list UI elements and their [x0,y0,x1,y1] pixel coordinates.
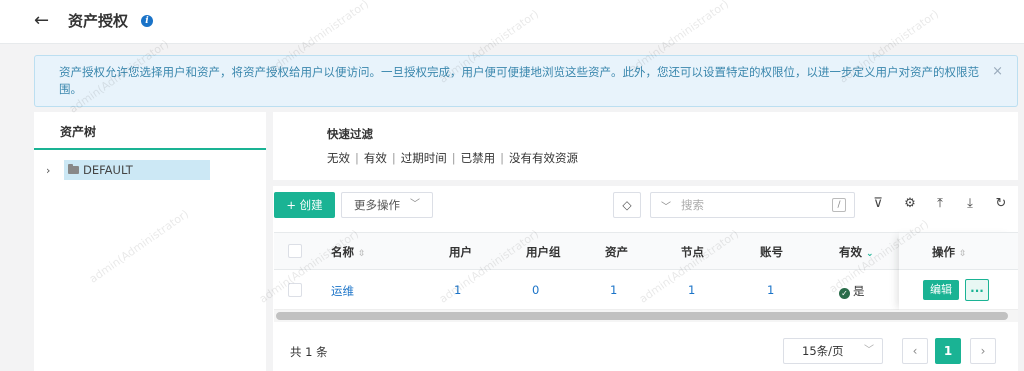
row-assets-count[interactable]: 1 [610,283,617,297]
page-size-select[interactable]: 15条/页 ﹀ [783,338,883,364]
more-row-actions-button[interactable]: ... [965,279,989,301]
info-alert: 资产授权允许您选择用户和资产，将资产授权给用户以便访问。一旦授权完成，用户便可便… [34,55,1018,107]
arrow-left-icon[interactable]: ← [34,10,49,32]
tab-underline [34,148,266,150]
info-icon[interactable]: i [141,15,153,27]
column-header-active[interactable]: 有效 ⌄ [839,244,874,260]
filter-invalid[interactable]: 无效 [327,151,350,165]
row-user-groups-count[interactable]: 0 [532,283,539,297]
row-accounts-count[interactable]: 1 [767,283,774,297]
page-number-button[interactable]: 1 [935,338,961,364]
separator: | [500,151,504,165]
row-nodes-count[interactable]: 1 [688,283,695,297]
gear-icon[interactable]: ⚙ [901,195,919,213]
next-page-button[interactable]: › [970,338,996,364]
table-header: 名称 ⇳ 用户 用户组 资产 节点 账号 有效 ⌄ 操作 ⇳ [274,232,1018,270]
page-header: ← 资产授权 i [0,0,1024,44]
quick-filter-links: 无效 | 有效 | 过期时间 | 已禁用 | 没有有效资源 [327,150,578,166]
page-size-value: 15条/页 [802,344,844,358]
close-icon[interactable]: × [992,65,1003,79]
select-all-checkbox[interactable] [288,244,302,258]
column-header-actions[interactable]: 操作 ⇳ [932,244,967,260]
sort-icon: ⇳ [959,249,967,259]
chevron-down-icon: ⌄ [866,249,874,259]
column-header-user-groups: 用户组 [526,245,561,259]
tree-node-default[interactable]: DEFAULT [64,160,210,180]
tree-node-label: DEFAULT [83,163,133,177]
filter-valid[interactable]: 有效 [364,151,387,165]
separator: | [391,151,396,165]
upload-icon[interactable]: ⤒ [931,195,949,213]
search-input[interactable] [681,196,821,214]
quick-filter-title: 快速过滤 [327,127,373,141]
chevron-down-icon: ﹀ [864,345,874,356]
search-box: ﹀ / [650,192,855,218]
row-users-count[interactable]: 1 [454,283,461,297]
column-header-assets: 资产 [605,245,628,259]
edit-button[interactable]: 编辑 [923,280,959,300]
asset-tree-panel: 资产树 › DEFAULT [34,112,266,371]
more-actions-label: 更多操作 [354,198,400,212]
search-shortcut-hint: / [832,198,846,212]
table-row: 运维 1 0 1 1 1 ✓ 是 [274,270,1018,310]
create-button[interactable]: + 创建 [274,192,335,218]
refresh-icon[interactable]: ↻ [992,195,1010,213]
quick-filter-panel: 快速过滤 无效 | 有效 | 过期时间 | 已禁用 | 没有有效资源 [273,112,1018,180]
tag-icon[interactable]: ◇ [613,192,641,218]
filter-disabled[interactable]: 已禁用 [461,151,496,165]
column-header-name[interactable]: 名称 ⇳ [331,244,366,260]
horizontal-scrollbar[interactable] [274,310,1018,322]
row-checkbox[interactable] [288,283,302,297]
more-actions-button[interactable]: 更多操作 ﹀ [341,192,433,218]
row-name-link[interactable]: 运维 [331,283,354,299]
download-icon[interactable]: ⤓ [961,195,979,213]
row-active-status: ✓ 是 [839,283,865,299]
chevron-right-icon[interactable]: › [46,164,50,177]
sort-icon: ⇳ [358,249,366,259]
separator: | [451,151,456,165]
page-title: 资产授权 [68,12,129,30]
chevron-down-icon: ﹀ [410,199,420,210]
filter-expired[interactable]: 过期时间 [401,151,447,165]
filter-columns-icon[interactable]: ⊽ [869,195,887,213]
scrollbar-thumb[interactable] [276,312,1008,320]
folder-icon [68,164,79,174]
alert-text: 资产授权允许您选择用户和资产，将资产授权给用户以便访问。一旦授权完成，用户便可便… [59,65,979,96]
check-circle-icon: ✓ [839,288,850,299]
column-header-users: 用户 [449,245,472,259]
permission-list-panel: + 创建 更多操作 ﹀ ◇ ﹀ / ⊽ ⚙ ⤒ ⤓ ↻ 名称⇳ 用户 用户组 资… [273,186,1018,371]
column-header-nodes: 节点 [681,245,704,259]
filter-no-valid-resource[interactable]: 没有有效资源 [509,151,578,165]
prev-page-button[interactable]: ‹ [902,338,928,364]
total-count: 共 1 条 [290,345,328,359]
asset-tree-title: 资产树 [60,125,97,139]
column-header-accounts: 账号 [760,245,783,259]
chevron-down-icon[interactable]: ﹀ [661,198,671,213]
separator: | [355,151,359,165]
